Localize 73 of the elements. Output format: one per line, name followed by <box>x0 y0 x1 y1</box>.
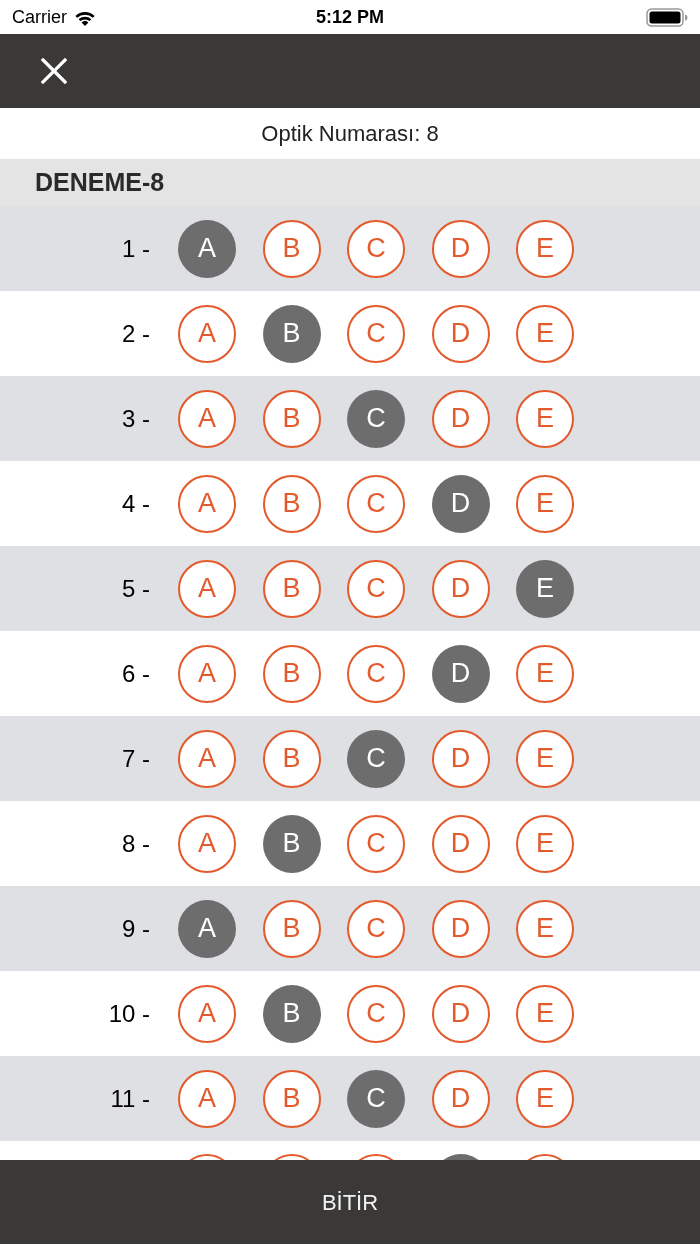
question-number: 11 - <box>110 1083 150 1114</box>
answer-bubble[interactable]: D <box>431 304 490 363</box>
answer-bubble[interactable]: E <box>516 729 574 788</box>
answer-bubble[interactable]: C <box>347 474 405 533</box>
question-number: 8 - <box>122 828 150 859</box>
answer-bubble[interactable]: A <box>178 559 236 618</box>
question-number: 1 - <box>122 233 150 264</box>
answer-bubble[interactable]: B <box>262 389 321 448</box>
question-number: 9 - <box>122 913 150 944</box>
answer-bubble[interactable]: B <box>262 474 321 533</box>
answer-bubble[interactable]: C <box>347 729 405 788</box>
answer-bubble[interactable]: E <box>516 1069 574 1128</box>
answer-bubble[interactable]: B <box>262 304 321 363</box>
answer-bubble[interactable]: D <box>431 1069 490 1128</box>
question-number: 6 - <box>122 658 150 689</box>
status-time: 5:12 PM <box>316 5 384 29</box>
answer-bubble[interactable]: E <box>516 389 574 448</box>
answer-bubble[interactable]: D <box>431 644 490 703</box>
answer-bubble[interactable]: E <box>516 219 574 278</box>
answer-bubble[interactable]: E <box>516 984 574 1043</box>
optic-number-label: Optik Numarası: 8 <box>261 120 439 148</box>
answer-bubble[interactable]: E <box>516 474 574 533</box>
answer-bubble[interactable]: C <box>347 389 405 448</box>
answer-bubble[interactable]: C <box>347 559 405 618</box>
answer-bubble[interactable]: C <box>347 219 405 278</box>
answer-bubble[interactable]: B <box>262 1069 321 1128</box>
answer-bubble[interactable]: C <box>347 899 405 958</box>
answer-bubble[interactable]: E <box>516 304 574 363</box>
answer-bubble[interactable]: D <box>431 984 490 1043</box>
answer-bubble[interactable]: D <box>431 474 490 533</box>
question-number: 5 - <box>122 573 150 604</box>
answer-bubble[interactable]: D <box>431 219 490 278</box>
answer-bubble[interactable]: A <box>178 814 236 873</box>
question-number: 4 - <box>122 488 150 519</box>
answer-bubble[interactable]: B <box>262 899 321 958</box>
question-number: 3 - <box>122 403 150 434</box>
answer-bubble[interactable]: A <box>178 474 236 533</box>
question-number: 2 - <box>122 318 150 349</box>
close-icon[interactable] <box>40 57 68 85</box>
answer-bubble[interactable]: A <box>178 389 236 448</box>
answer-bubble[interactable]: E <box>516 644 574 703</box>
finish-button[interactable]: BİTİR <box>0 1160 700 1244</box>
answer-bubble[interactable]: C <box>347 1069 405 1128</box>
battery-icon <box>646 7 688 27</box>
answer-bubble[interactable]: D <box>431 899 490 958</box>
answer-bubble[interactable]: A <box>178 644 236 703</box>
answer-bubble[interactable]: A <box>178 219 236 278</box>
answer-bubble[interactable]: E <box>516 559 574 618</box>
answer-bubble[interactable]: B <box>262 644 321 703</box>
carrier-label: Carrier <box>12 5 67 29</box>
answer-bubble[interactable]: A <box>178 899 236 958</box>
answer-bubble[interactable]: D <box>431 814 490 873</box>
answer-bubble[interactable]: B <box>262 729 321 788</box>
answer-bubble[interactable]: B <box>262 984 321 1043</box>
answer-bubble[interactable]: A <box>178 1069 236 1128</box>
answer-bubble[interactable]: D <box>431 559 490 618</box>
answer-bubble[interactable]: A <box>178 729 236 788</box>
answer-bubble[interactable]: C <box>347 984 405 1043</box>
answer-bubble[interactable]: C <box>347 814 405 873</box>
question-number: 10 - <box>108 998 150 1029</box>
answer-bubble[interactable]: B <box>262 219 321 278</box>
answer-bubble[interactable]: E <box>516 899 574 958</box>
answer-bubble[interactable]: B <box>262 814 321 873</box>
answer-bubble[interactable]: A <box>178 304 236 363</box>
question-number: 7 - <box>122 743 150 774</box>
answer-bubble[interactable]: C <box>347 644 405 703</box>
answer-bubble[interactable]: D <box>431 389 490 448</box>
answer-bubble[interactable]: D <box>431 729 490 788</box>
answer-bubble[interactable]: E <box>516 814 574 873</box>
answer-bubble[interactable]: B <box>262 559 321 618</box>
answer-bubble[interactable]: C <box>347 304 405 363</box>
section-title: DENEME-8 <box>35 166 165 198</box>
answer-bubble[interactable]: A <box>178 984 236 1043</box>
